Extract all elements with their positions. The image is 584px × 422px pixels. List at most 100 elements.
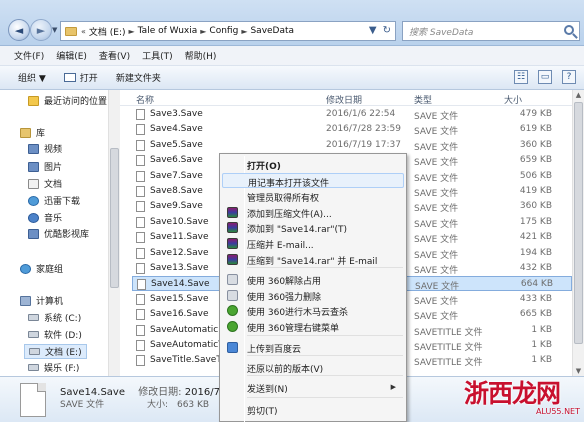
- help-icon[interactable]: ?: [562, 70, 576, 84]
- file-icon: [136, 216, 145, 228]
- context-menu-item[interactable]: 发送到(N) ▶: [222, 380, 404, 395]
- column-date[interactable]: 修改日期: [326, 93, 362, 106]
- open-icon: [63, 73, 76, 82]
- menu-bar: 文件(F) 编辑(E) 查看(V) 工具(T) 帮助(H): [0, 46, 584, 66]
- scroll-up-icon[interactable]: ▲: [574, 91, 583, 99]
- open-button[interactable]: 打开: [63, 71, 98, 84]
- nav-libraries[interactable]: 库: [20, 126, 45, 139]
- nav-youku-library[interactable]: 优酷影视库: [28, 227, 89, 240]
- nav-videos[interactable]: 视频: [28, 142, 62, 155]
- context-menu-item[interactable]: 添加到压缩文件(A)...: [222, 205, 404, 220]
- nav-documents[interactable]: 文档: [28, 177, 62, 190]
- details-size-value: 663 KB: [176, 400, 210, 410]
- nav-homegroup[interactable]: 家庭组: [20, 262, 63, 275]
- menu-view[interactable]: 查看(V): [99, 49, 130, 62]
- organize-button[interactable]: 组织 ▼: [18, 71, 46, 84]
- breadcrumb-game[interactable]: Tale of Wuxia: [138, 26, 198, 36]
- nav-label: 优酷影视库: [44, 230, 90, 240]
- nav-scrollbar-thumb[interactable]: [110, 148, 119, 288]
- back-button[interactable]: ◄: [8, 19, 30, 41]
- breadcrumb-config[interactable]: Config: [209, 26, 238, 36]
- context-menu-item[interactable]: 使用 360解除占用: [222, 272, 404, 287]
- nav-recent-places[interactable]: 最近访问的位置: [28, 94, 107, 107]
- breadcrumb-drive[interactable]: 文档 (E:): [89, 25, 126, 38]
- address-field[interactable]: « 文档 (E:) ► Tale of Wuxia ► Config ► Sav…: [60, 21, 396, 41]
- column-size[interactable]: 大小: [504, 93, 522, 106]
- nav-computer[interactable]: 计算机: [20, 294, 63, 307]
- nav-label: 系统 (C:): [44, 314, 82, 324]
- context-menu-item[interactable]: 用记事本打开该文件: [222, 173, 404, 189]
- menu-file[interactable]: 文件(F): [14, 49, 44, 62]
- context-menu-item[interactable]: 还原以前的版本(V): [222, 360, 404, 375]
- refresh-icon[interactable]: ↻: [383, 25, 391, 36]
- nav-pictures[interactable]: 图片: [28, 160, 62, 173]
- context-menu-item[interactable]: 使用 360强力删除: [222, 288, 404, 303]
- column-type[interactable]: 类型: [414, 93, 432, 106]
- file-icon: [137, 279, 146, 291]
- file-icon: [136, 124, 145, 136]
- file-size: 664 KB: [520, 279, 553, 290]
- preview-pane-icon[interactable]: ▭: [538, 70, 552, 84]
- context-menu-separator: [247, 355, 403, 356]
- context-menu-label: 打开(O): [247, 162, 281, 172]
- file-list-scrollbar-thumb[interactable]: [574, 102, 583, 344]
- nav-drive-f[interactable]: 娱乐 (F:): [28, 361, 79, 374]
- context-menu-item[interactable]: 上传到百度云: [222, 340, 404, 355]
- forward-button[interactable]: ►: [30, 19, 52, 41]
- context-menu-item[interactable]: 添加到 "Save14.rar"(T): [222, 220, 404, 235]
- column-header: 名称 修改日期 类型 大小: [120, 90, 572, 106]
- file-type: SAVE 文件: [414, 219, 459, 230]
- breadcrumb-savedata[interactable]: SaveData: [250, 26, 294, 36]
- file-icon: [136, 155, 145, 167]
- menu-help[interactable]: 帮助(H): [185, 49, 217, 62]
- column-name[interactable]: 名称: [136, 93, 154, 106]
- file-large-icon: [20, 383, 46, 417]
- breadcrumb-separator[interactable]: ►: [129, 27, 135, 36]
- context-menu-item[interactable]: 打开(O): [222, 157, 404, 172]
- breadcrumb-separator[interactable]: ►: [241, 27, 247, 36]
- context-menu-label: 压缩并 E-mail...: [247, 241, 314, 251]
- open-label: 打开: [79, 74, 98, 84]
- rar-icon: [227, 207, 238, 218]
- nav-drive-d[interactable]: 软件 (D:): [28, 328, 82, 341]
- view-options-icon[interactable]: ☷: [514, 70, 528, 84]
- context-menu-item[interactable]: 使用 360进行木马云查杀: [222, 303, 404, 318]
- file-row[interactable]: Save4.Save 2016/7/28 23:59 SAVE 文件 619 KB: [132, 122, 572, 137]
- context-menu-separator: [247, 397, 403, 398]
- recent-pages-dropdown[interactable]: ▼: [52, 26, 57, 34]
- context-menu-label: 使用 360进行木马云查杀: [247, 308, 349, 318]
- nav-drive-e[interactable]: 文档 (E:): [24, 344, 87, 359]
- file-icon: [136, 109, 145, 120]
- file-row[interactable]: Save5.Save 2016/7/19 17:37 SAVE 文件 360 KB: [132, 138, 572, 153]
- search-input[interactable]: 搜索 SaveData: [402, 21, 580, 41]
- context-menu-label: 添加到压缩文件(A)...: [247, 210, 332, 220]
- forward-arrow-icon: ►: [36, 23, 46, 37]
- nav-scrollbar[interactable]: [108, 90, 120, 376]
- context-menu-item[interactable]: 剪切(T): [222, 402, 404, 417]
- nav-music[interactable]: 音乐: [28, 211, 62, 224]
- file-row[interactable]: Save3.Save 2016/1/6 22:54 SAVE 文件 479 KB: [132, 107, 572, 122]
- file-size: 665 KB: [519, 309, 552, 320]
- menu-edit[interactable]: 编辑(E): [56, 49, 87, 62]
- nav-drive-c[interactable]: 系统 (C:): [28, 311, 81, 324]
- file-icon: [136, 170, 145, 182]
- breadcrumb-separator[interactable]: ►: [200, 27, 206, 36]
- breadcrumb-overflow[interactable]: «: [81, 27, 86, 36]
- file-size: 619 KB: [519, 124, 552, 135]
- search-icon[interactable]: [564, 25, 574, 35]
- context-menu-item[interactable]: 压缩并 E-mail...: [222, 236, 404, 251]
- watermark-sub: ALU55.NET: [535, 407, 580, 416]
- details-file-type: SAVE 文件: [60, 400, 105, 410]
- context-menu-item[interactable]: 管理员取得所有权: [222, 189, 404, 204]
- new-folder-button[interactable]: 新建文件夹: [116, 71, 161, 84]
- file-list-scrollbar[interactable]: ▲ ▼: [572, 90, 584, 376]
- file-type: SAVETITLE 文件: [414, 327, 483, 338]
- context-menu: 打开(O) 用记事本打开该文件 管理员取得所有权添加到压缩文件(A)... 添加到 "…: [219, 153, 407, 422]
- details-type-line: SAVE 文件 大小: 663 KB: [60, 397, 209, 410]
- context-menu-item[interactable]: 压缩到 "Save14.rar" 并 E-mail: [222, 252, 404, 267]
- nav-thunder-downloads[interactable]: 迅雷下载: [28, 194, 80, 207]
- menu-tools[interactable]: 工具(T): [142, 49, 173, 62]
- context-menu-item[interactable]: 使用 360管理右键菜单: [222, 319, 404, 334]
- folder-icon: [65, 26, 77, 36]
- address-dropdown-icon[interactable]: ▼: [369, 25, 377, 36]
